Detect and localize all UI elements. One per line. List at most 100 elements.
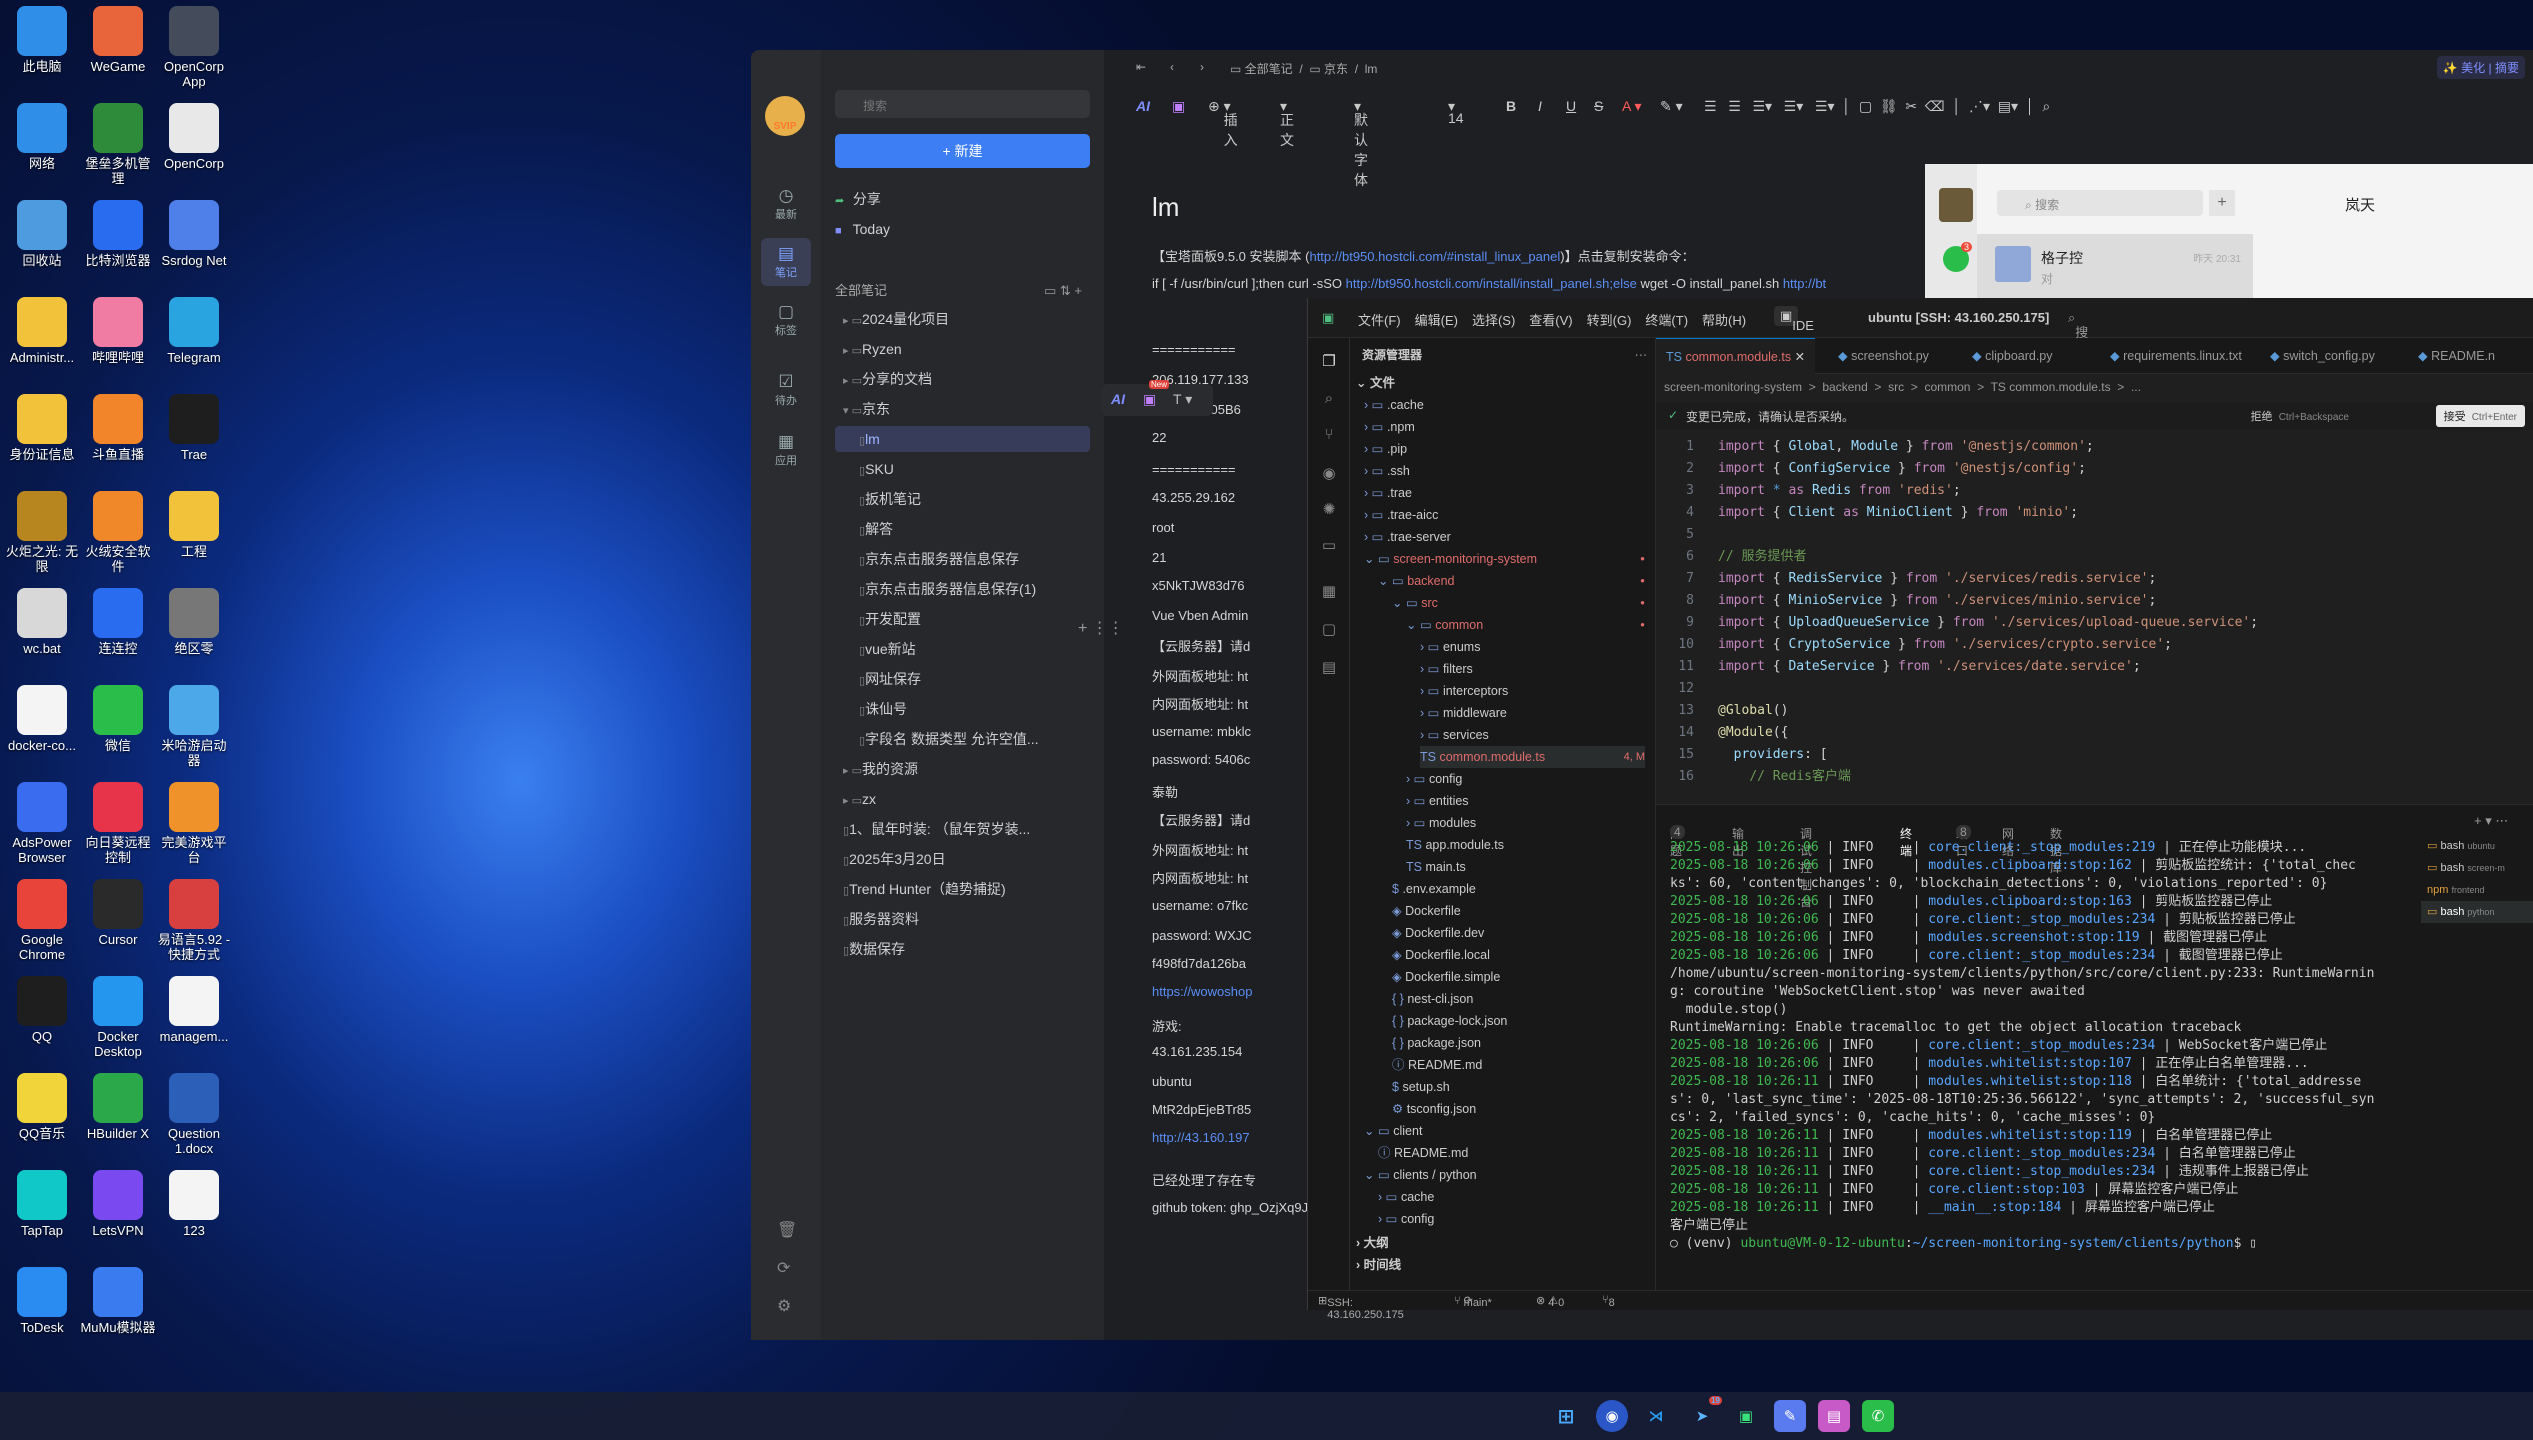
note-line[interactable]: 43.255.29.162 xyxy=(1152,490,1235,505)
editor-tab[interactable]: ◆ README.n xyxy=(2408,338,2505,374)
desktop-icon[interactable]: docker-co... xyxy=(4,683,80,781)
rail-latest[interactable]: ◷ 最新 xyxy=(761,180,811,228)
problems-status[interactable]: ⊗ 4 ⚠ 0 xyxy=(1536,1294,1564,1309)
extensions-icon[interactable]: ▦ xyxy=(1319,582,1339,602)
chat-avatar[interactable] xyxy=(1939,188,1973,222)
note-line[interactable]: Vue Vben Admin xyxy=(1152,608,1248,623)
today-item[interactable]: ■ Today xyxy=(835,216,1090,242)
collapse-icon[interactable]: ⇤ xyxy=(1136,60,1146,74)
ssh-status[interactable]: ⊞ SSH: 43.160.250.175 xyxy=(1318,1294,1404,1321)
ports-status[interactable]: ⑂ 8 xyxy=(1602,1294,1615,1309)
text-color-icon[interactable]: A ▾ xyxy=(1622,98,1641,115)
contact-row[interactable]: 格子控 对 昨天 20:31 xyxy=(1977,234,2253,300)
tree-folder[interactable]: › ▭ entities xyxy=(1406,790,1645,812)
tree-folder[interactable]: ⌄ ▭ clients / python xyxy=(1364,1164,1645,1186)
forward-icon[interactable]: › xyxy=(1200,60,1204,74)
note-line[interactable]: MtR2dpEjeBTr85 xyxy=(1152,1102,1251,1117)
note-line[interactable]: 内网面板地址: ht xyxy=(1152,868,1248,887)
tree-folder[interactable]: › ▭ config xyxy=(1378,1208,1645,1230)
accept-button[interactable]: 接受 Ctrl+Enter xyxy=(2435,405,2525,427)
tree-folder[interactable]: › ▭ .ssh xyxy=(1364,460,1645,482)
tree-file[interactable]: TS app.module.ts xyxy=(1406,834,1645,856)
tree-folder[interactable]: › ▭ modules xyxy=(1406,812,1645,834)
tree-file[interactable]: $ setup.sh xyxy=(1392,1076,1645,1098)
note-item[interactable]: ▯ 解答 xyxy=(835,516,1090,542)
editor-tab[interactable]: ◆ clipboard.py xyxy=(1962,338,2063,374)
explorer-icon[interactable]: ❐ xyxy=(1319,352,1339,372)
desktop-icon[interactable]: 身份证信息 xyxy=(4,392,80,490)
note-line[interactable]: https://wowoshop xyxy=(1152,984,1252,999)
desktop-icon[interactable]: 网络 xyxy=(4,101,80,199)
note-line[interactable]: 泰勒 xyxy=(1152,782,1178,801)
ide-mode-toggle[interactable]: ▣ IDE xyxy=(1774,306,1814,333)
tree-folder[interactable]: › ▭ interceptors xyxy=(1420,680,1645,702)
folder-item[interactable]: ▾ ▭ 京东 xyxy=(835,396,1090,422)
source-control-icon[interactable]: ⑂ xyxy=(1319,426,1339,446)
tree-folder[interactable]: ⌄ ▭ client xyxy=(1364,1120,1645,1142)
menu-item[interactable]: 终端(T) xyxy=(1645,313,1688,328)
rail-todo[interactable]: ☑ 待办 xyxy=(761,366,811,414)
terminal-instance[interactable]: ▭ bash python xyxy=(2421,901,2533,923)
tree-folder[interactable]: › ▭ cache xyxy=(1378,1186,1645,1208)
strike-icon[interactable]: S xyxy=(1594,98,1603,114)
tree-folder[interactable]: ⌄ ▭ backend ● xyxy=(1378,570,1645,592)
editor-breadcrumb[interactable]: screen-monitoring-system > backend > src… xyxy=(1664,380,2141,394)
image-ai-icon[interactable]: ▣ xyxy=(1172,98,1185,115)
desktop-icon[interactable]: 比特浏览器 xyxy=(80,198,156,296)
italic-icon[interactable]: I xyxy=(1538,98,1542,114)
note-line[interactable]: 22 xyxy=(1152,430,1166,445)
note-line[interactable]: 21 xyxy=(1152,550,1166,565)
float-image-icon[interactable]: ▣ xyxy=(1143,391,1156,408)
tree-file[interactable]: $ .env.example xyxy=(1392,878,1645,900)
tree-folder[interactable]: › ▭ enums xyxy=(1420,636,1645,658)
desktop-icon[interactable]: 连连控 xyxy=(80,586,156,684)
ai-button[interactable]: AI xyxy=(1136,98,1150,114)
back-icon[interactable]: ‹ xyxy=(1170,60,1174,74)
tree-folder[interactable]: ⌄ ▭ screen-monitoring-system ● xyxy=(1364,548,1645,570)
notes-taskbar-icon[interactable]: ✎ xyxy=(1774,1400,1806,1432)
note-line[interactable]: ubuntu xyxy=(1152,1074,1192,1089)
float-text-icon[interactable]: T ▾ xyxy=(1173,391,1192,408)
tree-folder[interactable]: › ▭ .pip xyxy=(1364,438,1645,460)
desktop-icon[interactable]: 微信 xyxy=(80,683,156,781)
note-line[interactable]: 外网面板地址: ht xyxy=(1152,840,1248,859)
panel-actions[interactable]: + ▾ ⋯ xyxy=(2474,813,2508,829)
folder-item[interactable]: ▸ ▭ 分享的文档 xyxy=(835,366,1090,392)
tree-file[interactable]: ◈ Dockerfile.dev xyxy=(1392,922,1645,944)
note-item[interactable]: ▯ lm xyxy=(835,426,1090,452)
note-item[interactable]: ▯ 诛仙号 xyxy=(835,696,1090,722)
terminal-output[interactable]: 2025-08-18 10:26:06 | INFO | core.client… xyxy=(1670,839,2420,1253)
note-item[interactable]: ▯ SKU xyxy=(835,456,1090,482)
tree-folder[interactable]: › ▭ .trae-aicc xyxy=(1364,504,1645,526)
windows-start-icon[interactable]: ⊞ xyxy=(1550,1400,1582,1432)
outline-section[interactable]: › 大纲 xyxy=(1356,1232,1389,1254)
add-block-icon[interactable]: + ⋮⋮ xyxy=(1078,618,1124,638)
terminal-instance[interactable]: npm frontend xyxy=(2421,879,2533,901)
bold-icon[interactable]: B xyxy=(1506,98,1516,114)
chat-search-input[interactable]: ⌕ 搜索 xyxy=(1997,190,2203,216)
user-avatar[interactable]: SVIP xyxy=(765,96,805,136)
note-line[interactable]: 【云服务器】请d xyxy=(1152,810,1250,829)
menu-item[interactable]: 文件(F) xyxy=(1358,313,1401,328)
note-line[interactable]: 外网面板地址: ht xyxy=(1152,666,1248,685)
desktop-icon[interactable]: AdsPower Browser xyxy=(4,780,80,878)
beautify-button[interactable]: ✨ 美化 | 摘要 xyxy=(2436,56,2525,79)
tree-file[interactable]: ◈ Dockerfile xyxy=(1392,900,1645,922)
files-section[interactable]: ⌄ 文件 xyxy=(1356,372,1395,394)
terminal-instance[interactable]: ▭ bash ubuntu xyxy=(2421,835,2533,857)
telegram-taskbar-icon[interactable]: ➤ 19 xyxy=(1686,1396,1722,1432)
desktop-icon[interactable]: 回收站 xyxy=(4,198,80,296)
menu-item[interactable]: 查看(V) xyxy=(1529,313,1572,328)
tree-file[interactable]: ⚙ tsconfig.json xyxy=(1392,1098,1645,1120)
folder-item[interactable]: ▸ ▭ Ryzen xyxy=(835,336,1090,362)
note-line[interactable]: 43.161.235.154 xyxy=(1152,1044,1242,1059)
chat-add-button[interactable]: + xyxy=(2209,190,2235,216)
timeline-section[interactable]: › 时间线 xyxy=(1356,1254,1401,1276)
note-line[interactable]: =========== xyxy=(1152,462,1236,477)
float-ai-button[interactable]: AI xyxy=(1111,391,1125,407)
desktop-icon[interactable]: 完美游戏平台 xyxy=(156,780,232,878)
desktop-icon[interactable]: 向日葵远程控制 xyxy=(80,780,156,878)
search-icon[interactable]: ⌕ xyxy=(1319,390,1339,410)
sync-icon[interactable]: ⟳ xyxy=(777,1258,790,1278)
note-line[interactable]: password: 5406c xyxy=(1152,752,1250,767)
